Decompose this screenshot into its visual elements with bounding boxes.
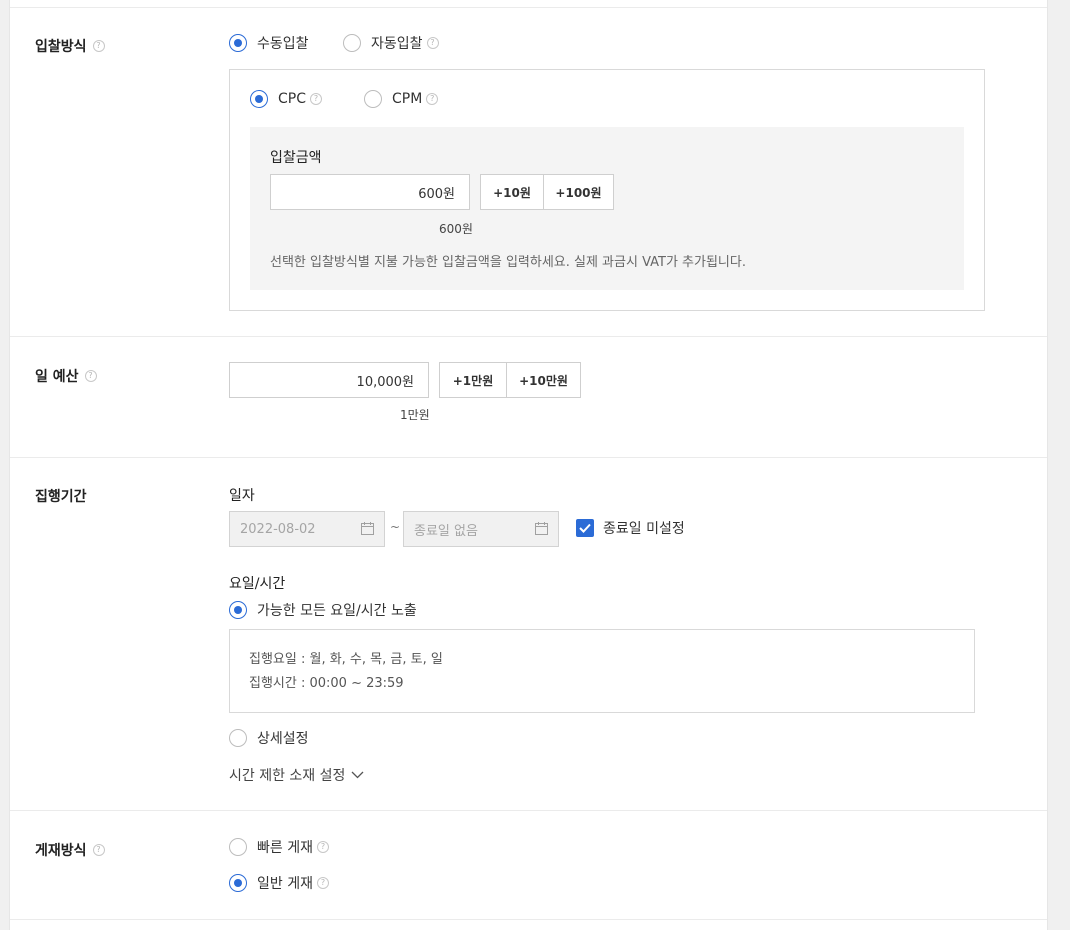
no-end-date-checkbox[interactable]: 종료일 미설정	[576, 518, 685, 538]
help-icon[interactable]: ?	[316, 877, 329, 889]
cpm-label: CPM	[392, 91, 423, 107]
calendar-icon	[535, 522, 548, 535]
top-divider	[10, 7, 1047, 8]
help-icon[interactable]: ?	[92, 844, 105, 856]
section-divider	[10, 810, 1047, 811]
period-title: 집행기간	[35, 489, 87, 505]
fast-placement-label: 빠른 게재	[257, 840, 313, 856]
help-icon[interactable]: ?	[426, 37, 439, 49]
schedule-time: 집행시간 : 00:00 ~ 23:59	[249, 676, 404, 691]
period-section-title: 집행기간	[35, 486, 87, 506]
auto-bid-label: 자동입찰	[371, 36, 423, 52]
section-divider	[10, 457, 1047, 458]
add-100-won-button[interactable]: +100원	[543, 174, 614, 210]
all-day-time-label: 가능한 모든 요일/시간 노출	[257, 603, 417, 619]
cpc-label: CPC	[278, 91, 306, 107]
bid-amount-label: 입찰금액	[270, 150, 322, 166]
help-icon[interactable]: ?	[92, 40, 105, 52]
normal-placement-label: 일반 게재	[257, 876, 313, 892]
end-date-field[interactable]: 종료일 없음	[403, 511, 559, 547]
start-date-field[interactable]: 2022-08-02	[229, 511, 385, 547]
radio-selected-icon	[229, 601, 247, 619]
radio-selected-icon	[229, 34, 247, 52]
radio-normal-placement[interactable]: 일반 게재 ?	[229, 873, 329, 893]
radio-cpm[interactable]: CPM ?	[364, 90, 439, 108]
radio-selected-icon	[229, 874, 247, 892]
section-divider	[10, 919, 1047, 920]
bid-amount-caption: 600원	[439, 222, 473, 236]
help-icon[interactable]: ?	[316, 841, 329, 853]
time-limit-label: 시간 제한 소재 설정	[229, 768, 346, 784]
schedule-days: 집행요일 : 월, 화, 수, 목, 금, 토, 일	[249, 652, 443, 667]
radio-detail-setting[interactable]: 상세설정	[229, 728, 309, 748]
manual-bid-label: 수동입찰	[257, 36, 309, 52]
daily-budget-input[interactable]: 10,000원	[229, 362, 429, 398]
radio-fast-placement[interactable]: 빠른 게재 ?	[229, 837, 329, 857]
start-date-value: 2022-08-02	[240, 521, 316, 537]
bid-amount-hint: 선택한 입찰방식별 지불 가능한 입찰금액을 입력하세요. 실제 과금시 VAT…	[270, 255, 746, 270]
bidding-title: 입찰방식	[35, 39, 87, 55]
radio-unselected-icon	[364, 90, 382, 108]
radio-auto-bid[interactable]: 자동입찰 ?	[343, 33, 439, 53]
time-limit-expander[interactable]: 시간 제한 소재 설정	[229, 765, 364, 785]
date-separator: ~	[390, 520, 401, 534]
add-100k-button[interactable]: +10만원	[506, 362, 581, 398]
placement-title: 게재방식	[35, 843, 87, 859]
radio-unselected-icon	[343, 34, 361, 52]
radio-all-day-time[interactable]: 가능한 모든 요일/시간 노출	[229, 600, 417, 620]
checkbox-checked-icon	[576, 519, 594, 537]
date-label: 일자	[229, 488, 255, 504]
radio-manual-bid[interactable]: 수동입찰	[229, 33, 309, 53]
no-end-date-label: 종료일 미설정	[603, 521, 685, 537]
help-icon[interactable]: ?	[310, 93, 322, 105]
radio-selected-icon	[250, 90, 268, 108]
add-10k-button[interactable]: +1만원	[439, 362, 507, 398]
section-divider	[10, 336, 1047, 337]
help-icon[interactable]: ?	[84, 370, 97, 382]
chevron-down-icon	[351, 771, 364, 779]
bidding-section-title: 입찰방식 ?	[35, 36, 105, 56]
radio-unselected-icon	[229, 729, 247, 747]
detail-setting-label: 상세설정	[257, 731, 309, 747]
daily-budget-caption: 1만원	[400, 408, 430, 422]
settings-panel: 입찰방식 ? 수동입찰 자동입찰 ? CPC ? CPM ? 입찰금액 600원…	[9, 0, 1048, 930]
radio-unselected-icon	[229, 838, 247, 856]
day-time-label: 요일/시간	[229, 576, 286, 592]
budget-section-title: 일 예산 ?	[35, 366, 97, 386]
placement-section-title: 게재방식 ?	[35, 840, 105, 860]
budget-title: 일 예산	[35, 369, 79, 385]
bid-amount-input[interactable]: 600원	[270, 174, 470, 210]
add-10-won-button[interactable]: +10원	[480, 174, 544, 210]
radio-cpc[interactable]: CPC ?	[250, 90, 322, 108]
calendar-icon	[361, 522, 374, 535]
help-icon[interactable]: ?	[426, 93, 439, 105]
end-date-placeholder: 종료일 없음	[414, 523, 478, 539]
